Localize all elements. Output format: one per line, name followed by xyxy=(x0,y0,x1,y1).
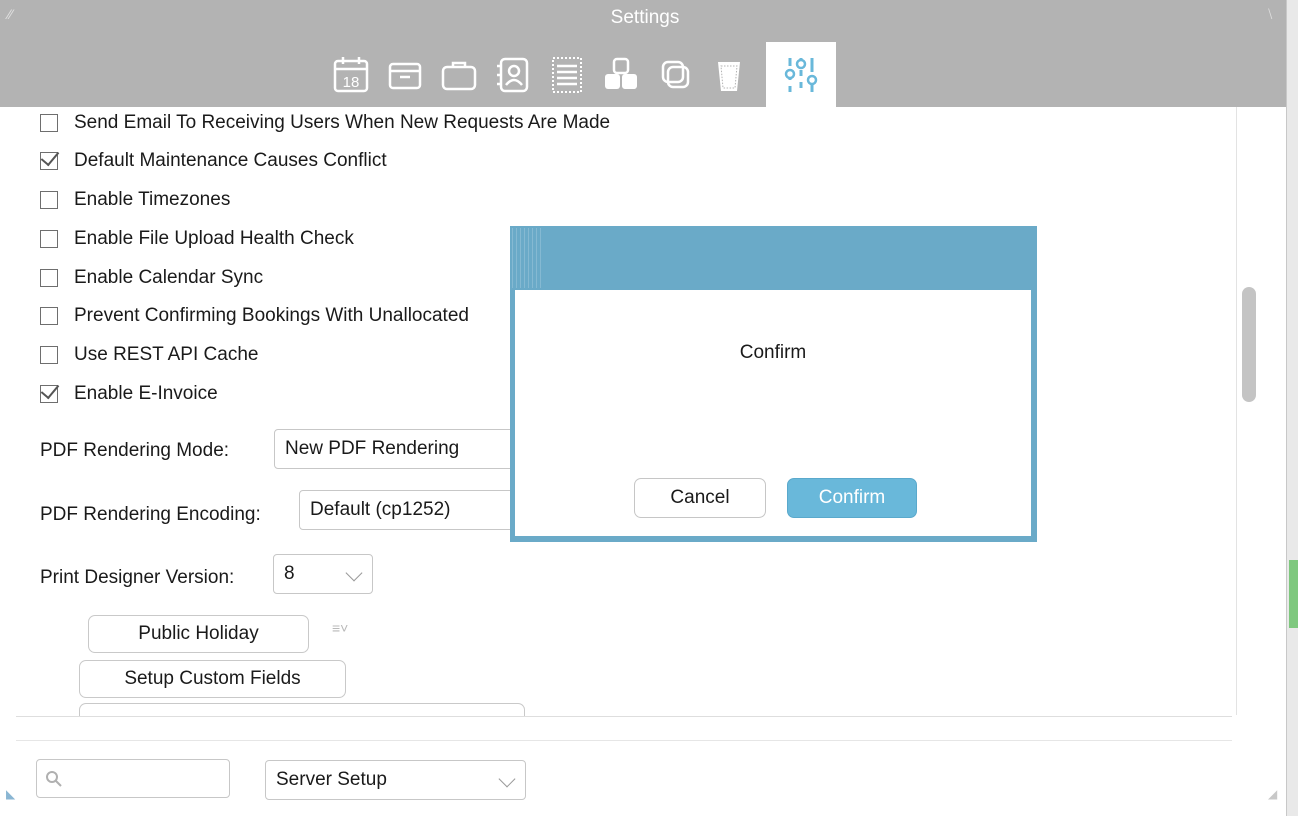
checkbox-label: Enable Calendar Sync xyxy=(74,267,264,288)
setting-send-email[interactable]: Send Email To Receiving Users When New R… xyxy=(40,112,610,134)
checkbox[interactable] xyxy=(40,114,58,132)
pdf-mode-label: PDF Rendering Mode: xyxy=(40,440,230,461)
setup-custom-fields-button[interactable]: Setup Custom Fields xyxy=(79,660,346,698)
duplicate-icon[interactable] xyxy=(648,42,702,107)
confirm-dialog: Confirm Cancel Confirm xyxy=(510,226,1037,542)
scrollbar-thumb[interactable] xyxy=(1242,287,1256,402)
checkbox-label: Use REST API Cache xyxy=(74,344,259,365)
checkbox[interactable] xyxy=(40,385,58,403)
background-window-edge xyxy=(1286,0,1298,816)
chevron-down-icon xyxy=(345,564,363,582)
setting-default-maintenance-conflict[interactable]: Default Maintenance Causes Conflict xyxy=(40,150,387,172)
list-document-icon[interactable] xyxy=(540,42,594,107)
checkbox[interactable] xyxy=(40,191,58,209)
setting-file-upload-health-check[interactable]: Enable File Upload Health Check xyxy=(40,228,354,250)
checkbox[interactable] xyxy=(40,230,58,248)
calendar-icon[interactable]: 18 xyxy=(324,42,378,107)
resize-corner-icon[interactable]: ◣ xyxy=(6,787,15,801)
search-icon xyxy=(46,771,62,787)
checkbox-label: Prevent Confirming Bookings With Unalloc… xyxy=(74,305,469,326)
public-holiday-button[interactable]: Public Holiday xyxy=(88,615,309,653)
briefcase-icon[interactable] xyxy=(432,42,486,107)
setting-rest-api-cache[interactable]: Use REST API Cache xyxy=(40,344,258,366)
pdf-mode-select[interactable]: New PDF Rendering xyxy=(274,429,514,469)
archive-box-icon[interactable] xyxy=(378,42,432,107)
setting-calendar-sync[interactable]: Enable Calendar Sync xyxy=(40,267,263,289)
divider xyxy=(16,716,1232,717)
checkbox[interactable] xyxy=(40,307,58,325)
trash-icon[interactable] xyxy=(702,42,756,107)
pdf-mode-value: New PDF Rendering xyxy=(285,438,460,459)
setting-prevent-confirming-bookings[interactable]: Prevent Confirming Bookings With Unalloc… xyxy=(40,305,469,327)
setting-enable-timezones[interactable]: Enable Timezones xyxy=(40,189,230,211)
checkbox-label: Enable File Upload Health Check xyxy=(74,228,354,249)
checkbox[interactable] xyxy=(40,152,58,170)
cancel-button[interactable]: Cancel xyxy=(634,478,766,518)
dialog-body: Confirm Cancel Confirm xyxy=(515,290,1031,536)
window-titlebar: ⁄⁄ ⧵ Settings 18 xyxy=(0,0,1286,107)
confirm-button[interactable]: Confirm xyxy=(787,478,917,518)
pdf-encoding-select[interactable]: Default (cp1252) xyxy=(299,490,514,530)
checkbox-label: Enable E-Invoice xyxy=(74,383,218,404)
svg-text:18: 18 xyxy=(343,74,360,91)
list-options-icon[interactable]: ≡˅ xyxy=(332,620,348,636)
checkbox-label: Default Maintenance Causes Conflict xyxy=(74,150,387,171)
checkbox-label: Enable Timezones xyxy=(74,189,231,210)
search-input[interactable] xyxy=(36,759,230,798)
checkbox[interactable] xyxy=(40,346,58,364)
scrollbar-track[interactable] xyxy=(1236,107,1263,715)
print-designer-label: Print Designer Version: xyxy=(40,567,235,588)
setting-enable-e-invoice[interactable]: Enable E-Invoice xyxy=(40,383,218,405)
category-select[interactable]: Server Setup xyxy=(265,760,526,800)
pdf-encoding-value: Default (cp1252) xyxy=(310,499,451,520)
contact-card-icon[interactable] xyxy=(486,42,540,107)
checkbox-label: Send Email To Receiving Users When New R… xyxy=(74,112,611,133)
clipped-button[interactable] xyxy=(79,703,525,717)
resize-corner-icon[interactable]: ◢ xyxy=(1268,787,1277,801)
dialog-header-grip[interactable] xyxy=(512,228,542,288)
dialog-message: Confirm xyxy=(739,342,807,363)
window-title: Settings xyxy=(610,7,680,28)
sliders-icon[interactable] xyxy=(766,42,836,107)
print-designer-select[interactable]: 8 xyxy=(273,554,373,594)
divider xyxy=(16,740,1232,741)
settings-toolbar: 18 xyxy=(324,42,836,107)
shapes-icon[interactable] xyxy=(594,42,648,107)
chevron-down-icon xyxy=(498,770,516,788)
print-designer-value: 8 xyxy=(284,563,295,584)
pdf-encoding-label: PDF Rendering Encoding: xyxy=(40,504,261,525)
category-select-value: Server Setup xyxy=(276,769,387,790)
checkbox[interactable] xyxy=(40,269,58,287)
